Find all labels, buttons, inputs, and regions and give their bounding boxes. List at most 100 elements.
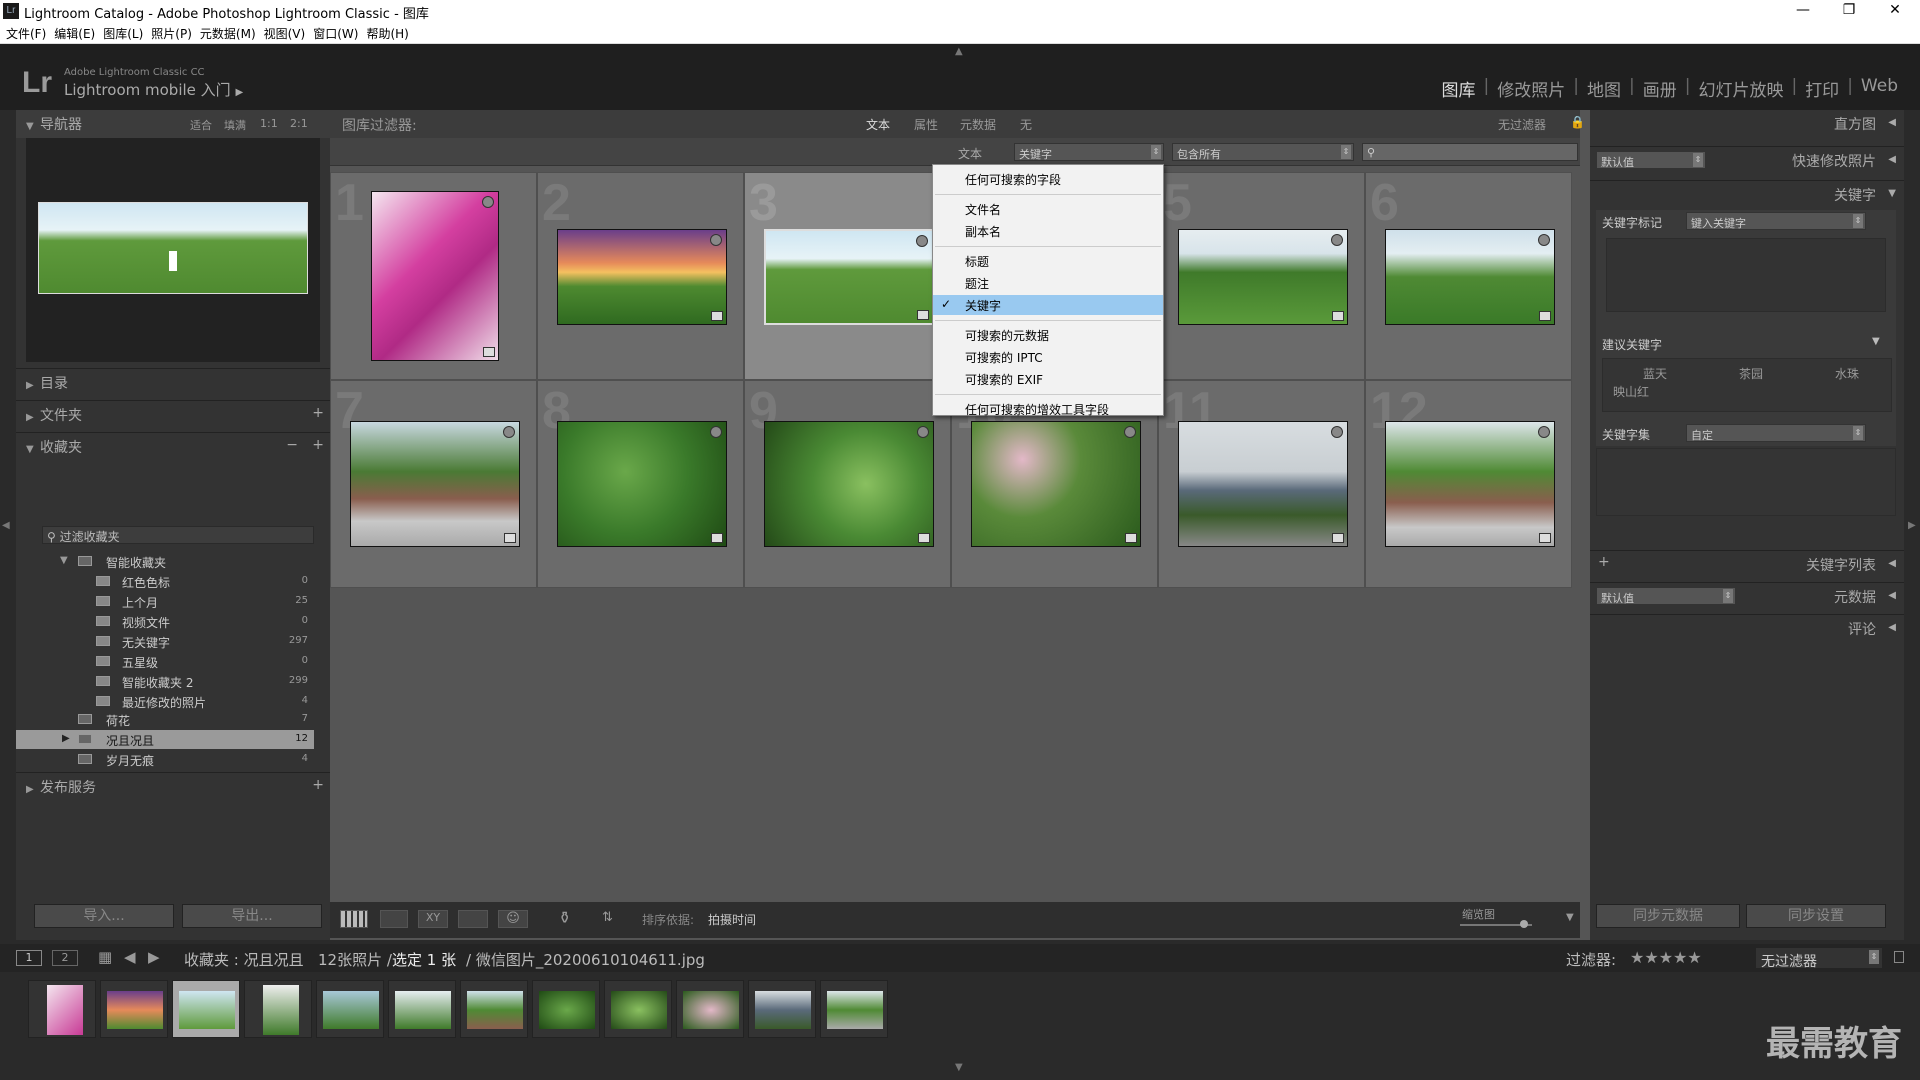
- sort-direction-icon[interactable]: ⇅: [602, 910, 613, 925]
- photo-thumbnail[interactable]: [971, 421, 1141, 547]
- quick-collection-icon[interactable]: [1538, 426, 1550, 438]
- module-print[interactable]: 打印: [1797, 76, 1847, 101]
- module-develop[interactable]: 修改照片: [1489, 76, 1573, 101]
- quick-collection-icon[interactable]: [917, 426, 929, 438]
- dropdown-item[interactable]: 任何可搜索的字段: [933, 169, 1163, 189]
- quick-collection-icon[interactable]: [1124, 426, 1136, 438]
- menu-help[interactable]: 帮助(H): [366, 22, 416, 43]
- metadata-badge-icon[interactable]: [483, 347, 495, 357]
- compare-view-icon[interactable]: XY: [418, 910, 448, 928]
- filmstrip-thumbnail[interactable]: [100, 980, 168, 1038]
- menu-edit[interactable]: 编辑(E): [54, 22, 103, 43]
- module-web[interactable]: Web: [1853, 76, 1906, 101]
- sync-settings-button[interactable]: 同步设置: [1746, 904, 1886, 928]
- dropdown-item[interactable]: 可搜索的 IPTC: [933, 347, 1163, 367]
- collapse-bottom-icon[interactable]: ▼: [955, 1062, 963, 1073]
- metadata-badge-icon[interactable]: [711, 311, 723, 321]
- mobile-link[interactable]: Lightroom mobile 入门 ▶: [64, 79, 243, 100]
- sync-metadata-button[interactable]: 同步元数据: [1596, 904, 1740, 928]
- quick-collection-icon[interactable]: [503, 426, 515, 438]
- filter-preset[interactable]: 无过滤器: [1498, 116, 1546, 133]
- dropdown-item[interactable]: 可搜索的 EXIF: [933, 369, 1163, 389]
- photo-thumbnail[interactable]: [350, 421, 520, 547]
- filmstrip-thumbnail[interactable]: [820, 980, 888, 1038]
- publish-header[interactable]: ▶ 发布服务 +: [16, 772, 330, 800]
- quick-collection-icon[interactable]: [710, 426, 722, 438]
- grid-cell[interactable]: 8: [537, 380, 744, 588]
- dropdown-item[interactable]: 任何可搜索的增效工具字段: [933, 399, 1163, 419]
- filmstrip-thumbnail[interactable]: [244, 980, 312, 1038]
- sort-select[interactable]: 拍摄时间: [708, 911, 756, 928]
- module-map[interactable]: 地图: [1579, 76, 1629, 101]
- filmstrip-thumbnail[interactable]: [604, 980, 672, 1038]
- maximize-icon[interactable]: ❐: [1826, 0, 1872, 22]
- metadata-badge-icon[interactable]: [1539, 311, 1551, 321]
- metadata-badge-icon[interactable]: [1332, 311, 1344, 321]
- catalog-header[interactable]: ▶ 目录: [16, 368, 330, 396]
- collection-item[interactable]: 岁月无痕 4: [16, 750, 314, 769]
- smart-collection-item[interactable]: 视频文件 0: [16, 612, 314, 631]
- menu-library[interactable]: 图库(L): [103, 22, 151, 43]
- smart-collection-item[interactable]: 智能收藏夹 2 299: [16, 672, 314, 691]
- grid-cell[interactable]: 1: [330, 172, 537, 380]
- photo-thumbnail[interactable]: [557, 421, 727, 547]
- comments-header[interactable]: 评论 ◀: [1590, 614, 1904, 642]
- left-panel-toggle-icon[interactable]: ◀: [2, 520, 10, 531]
- filmstrip-thumbnail[interactable]: [172, 980, 240, 1038]
- grid-cell[interactable]: 11: [1158, 380, 1365, 588]
- grid-cell[interactable]: 6: [1365, 172, 1572, 380]
- filmstrip-thumbnail[interactable]: [676, 980, 744, 1038]
- photo-thumbnail[interactable]: [371, 191, 499, 361]
- module-slideshow[interactable]: 幻灯片放映: [1690, 76, 1791, 101]
- suggested-keyword[interactable]: 映山红: [1613, 383, 1649, 400]
- lock-icon[interactable]: 🔒: [1570, 115, 1585, 129]
- quick-collection-icon[interactable]: [1331, 426, 1343, 438]
- photo-thumbnail[interactable]: [1178, 421, 1348, 547]
- zoom-fit[interactable]: 适合: [190, 117, 212, 133]
- forward-arrow-icon[interactable]: ▶: [148, 948, 160, 966]
- metadata-badge-icon[interactable]: [1539, 533, 1551, 543]
- metadata-header[interactable]: 默认值 ⇕ 元数据 ◀: [1590, 582, 1904, 610]
- filter-tab-none[interactable]: 无: [1020, 116, 1032, 133]
- photo-thumbnail[interactable]: [1178, 229, 1348, 325]
- keyword-text-area[interactable]: [1606, 238, 1886, 312]
- quick-collection-icon[interactable]: [916, 235, 928, 247]
- photo-thumbnail[interactable]: [1385, 229, 1555, 325]
- metadata-preset[interactable]: 默认值 ⇕: [1596, 587, 1736, 605]
- add-folder-icon[interactable]: +: [312, 405, 324, 421]
- metadata-badge-icon[interactable]: [1125, 533, 1137, 543]
- metadata-badge-icon[interactable]: [504, 533, 516, 543]
- expand-icon[interactable]: ▼: [1872, 336, 1880, 347]
- filmstrip-thumbnail[interactable]: [748, 980, 816, 1038]
- filmstrip-thumbnail[interactable]: [460, 980, 528, 1038]
- photo-thumbnail[interactable]: [1385, 421, 1555, 547]
- metadata-badge-icon[interactable]: [917, 310, 929, 320]
- menu-photo[interactable]: 照片(P): [151, 22, 200, 43]
- suggested-keyword[interactable]: 茶园: [1739, 365, 1763, 382]
- photo-thumbnail[interactable]: [764, 229, 934, 325]
- menu-metadata[interactable]: 元数据(M): [200, 22, 264, 43]
- smart-collection-item[interactable]: 五星级 0: [16, 652, 314, 671]
- grid-cell[interactable]: 12: [1365, 380, 1572, 588]
- keywording-header[interactable]: 关键字 ▼: [1590, 180, 1904, 208]
- filmstrip-thumbnail[interactable]: [532, 980, 600, 1038]
- collection-filter-input[interactable]: ⚲ 过滤收藏夹: [42, 526, 314, 544]
- filmstrip-thumbnail[interactable]: [28, 980, 96, 1038]
- add-keyword-icon[interactable]: +: [1598, 554, 1610, 570]
- dropdown-item[interactable]: 副本名: [933, 221, 1163, 241]
- navigator-header[interactable]: ▼ 导航器 适合 填满 1:1 2:1: [16, 110, 330, 138]
- thumbnail-size-handle[interactable]: [1520, 920, 1528, 928]
- menu-file[interactable]: 文件(F): [6, 22, 54, 43]
- metadata-badge-icon[interactable]: [1332, 533, 1344, 543]
- filmstrip-thumbnail[interactable]: [316, 980, 384, 1038]
- people-view-icon[interactable]: ☺: [498, 910, 528, 928]
- metadata-badge-icon[interactable]: [918, 533, 930, 543]
- histogram-header[interactable]: 直方图 ◀: [1590, 110, 1904, 138]
- zoom-2-1[interactable]: 2:1: [290, 117, 308, 130]
- minimize-icon[interactable]: —: [1780, 0, 1826, 22]
- keyword-list-header[interactable]: + 关键字列表 ◀: [1590, 550, 1904, 578]
- photo-thumbnail[interactable]: [764, 421, 934, 547]
- quick-collection-icon[interactable]: [710, 234, 722, 246]
- add-collection-icon[interactable]: +: [312, 437, 324, 453]
- smart-collection-item[interactable]: 红色色标 0: [16, 572, 314, 591]
